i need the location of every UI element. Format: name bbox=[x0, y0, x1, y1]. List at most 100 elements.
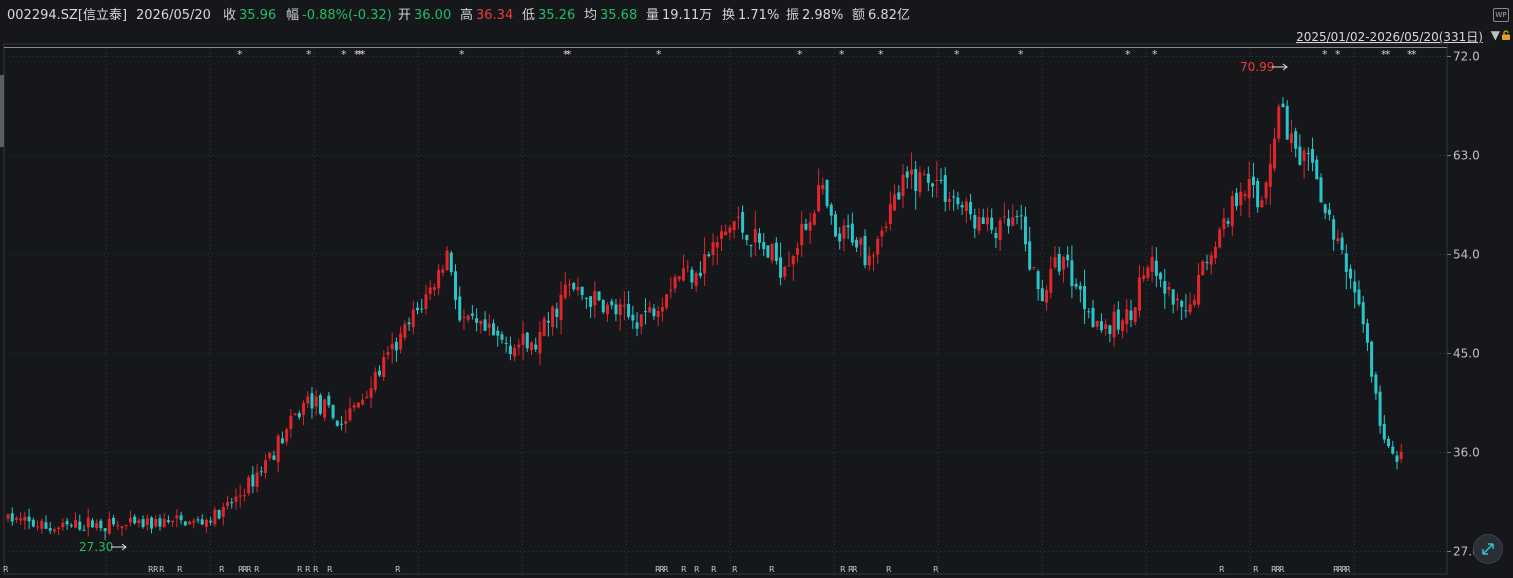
candle-body bbox=[1365, 323, 1369, 343]
candle-body bbox=[1243, 193, 1247, 197]
candle-body bbox=[65, 520, 69, 525]
candle-body bbox=[1057, 253, 1061, 272]
candle-body bbox=[757, 233, 761, 243]
candle-body bbox=[74, 519, 78, 528]
candle-body bbox=[14, 518, 18, 520]
candle-body bbox=[732, 221, 736, 231]
scroll-handle[interactable] bbox=[0, 75, 4, 147]
candle-body bbox=[411, 309, 415, 328]
candle-body bbox=[985, 217, 989, 225]
candle-body bbox=[1125, 309, 1129, 325]
candle-body bbox=[1053, 257, 1057, 268]
candle-body bbox=[19, 518, 23, 521]
min-label: 27.30 bbox=[79, 540, 113, 554]
candle-body bbox=[1387, 438, 1391, 447]
candle-body bbox=[1121, 320, 1125, 331]
candle-body bbox=[546, 320, 550, 323]
candle-body bbox=[867, 255, 871, 266]
candle-body bbox=[627, 303, 631, 317]
candle-body bbox=[1028, 241, 1032, 270]
candle-body bbox=[572, 283, 576, 290]
candle-body bbox=[568, 284, 572, 286]
candle-body bbox=[1137, 277, 1141, 311]
candlestick-chart[interactable]: * * * *** * ** * * * * * * * * * * ** ** R R R R R R RRR R R R R R R R… bbox=[0, 0, 1513, 578]
candle-body bbox=[390, 343, 394, 350]
candle-body bbox=[120, 526, 124, 528]
candle-body bbox=[154, 519, 158, 527]
candle-body bbox=[192, 520, 196, 523]
candle-body bbox=[795, 247, 799, 255]
candle-body bbox=[1019, 215, 1023, 217]
candle-body bbox=[935, 179, 939, 182]
candle-body bbox=[1129, 310, 1133, 321]
candle-body bbox=[352, 405, 356, 408]
y-tick-label: 63.0 bbox=[1453, 149, 1480, 163]
y-tick-label: 45.0 bbox=[1453, 347, 1480, 361]
event-star: * bbox=[306, 48, 312, 61]
candle-body bbox=[1344, 253, 1348, 272]
candle-body bbox=[483, 319, 487, 331]
candle-body bbox=[470, 313, 474, 316]
candle-body bbox=[593, 291, 597, 306]
candle-body bbox=[914, 169, 918, 191]
candle-body bbox=[234, 496, 238, 502]
candle-body bbox=[939, 179, 943, 181]
candle-body bbox=[635, 322, 639, 329]
candle-body bbox=[643, 311, 647, 313]
candle-body bbox=[838, 233, 842, 242]
candle-body bbox=[1015, 216, 1019, 218]
candle-body bbox=[1374, 374, 1378, 394]
candle-body bbox=[690, 269, 694, 283]
y-tick-label: 54.0 bbox=[1453, 248, 1480, 262]
candle-body bbox=[103, 528, 107, 532]
candle-body bbox=[289, 415, 293, 429]
candle-body bbox=[863, 235, 867, 266]
candle-body bbox=[78, 521, 82, 530]
candle-body bbox=[969, 201, 973, 215]
candle-body bbox=[276, 435, 280, 463]
y-tick-label: 72.0 bbox=[1453, 50, 1480, 64]
candle-body bbox=[1036, 271, 1040, 290]
candle-body bbox=[1306, 152, 1310, 154]
candle-body bbox=[817, 185, 821, 212]
candle-body bbox=[141, 519, 145, 528]
candle-body bbox=[947, 198, 951, 202]
candle-body bbox=[1146, 267, 1150, 278]
candle-body bbox=[1294, 131, 1298, 149]
candle-body bbox=[551, 306, 555, 327]
event-star: * bbox=[566, 48, 572, 61]
candle-body bbox=[394, 341, 398, 351]
candle-body bbox=[846, 225, 850, 228]
candle-body bbox=[1235, 192, 1239, 207]
candle-body bbox=[1197, 274, 1201, 305]
candle-body bbox=[454, 271, 458, 300]
event-star: * bbox=[878, 48, 884, 61]
rights-marker: R bbox=[852, 565, 858, 574]
event-star: * bbox=[1322, 48, 1328, 61]
price-axis: 72.063.054.045.036.027.0 bbox=[1447, 50, 1480, 559]
candle-body bbox=[589, 296, 593, 307]
candle-body bbox=[416, 307, 420, 311]
candle-body bbox=[1099, 321, 1103, 331]
candle-body bbox=[1323, 204, 1327, 214]
candle-body bbox=[783, 266, 787, 277]
candle-body bbox=[897, 192, 901, 200]
candle-body bbox=[407, 322, 411, 325]
candle-body bbox=[297, 413, 301, 418]
candle-body bbox=[1230, 196, 1234, 227]
candle-body bbox=[960, 205, 964, 208]
candle-body bbox=[1023, 216, 1027, 245]
candle-body bbox=[361, 399, 365, 405]
candle-body bbox=[150, 517, 154, 529]
candle-body bbox=[981, 217, 985, 225]
candle-body bbox=[200, 519, 204, 525]
candle-body bbox=[369, 388, 373, 398]
candle-body bbox=[213, 509, 217, 525]
candle-body bbox=[808, 222, 812, 231]
rights-marker: R bbox=[313, 565, 319, 574]
expand-icon[interactable] bbox=[1473, 534, 1503, 564]
candle-body bbox=[179, 515, 183, 521]
candle-body bbox=[382, 356, 386, 377]
candle-body bbox=[1218, 229, 1222, 248]
rights-marker: R bbox=[395, 565, 401, 574]
